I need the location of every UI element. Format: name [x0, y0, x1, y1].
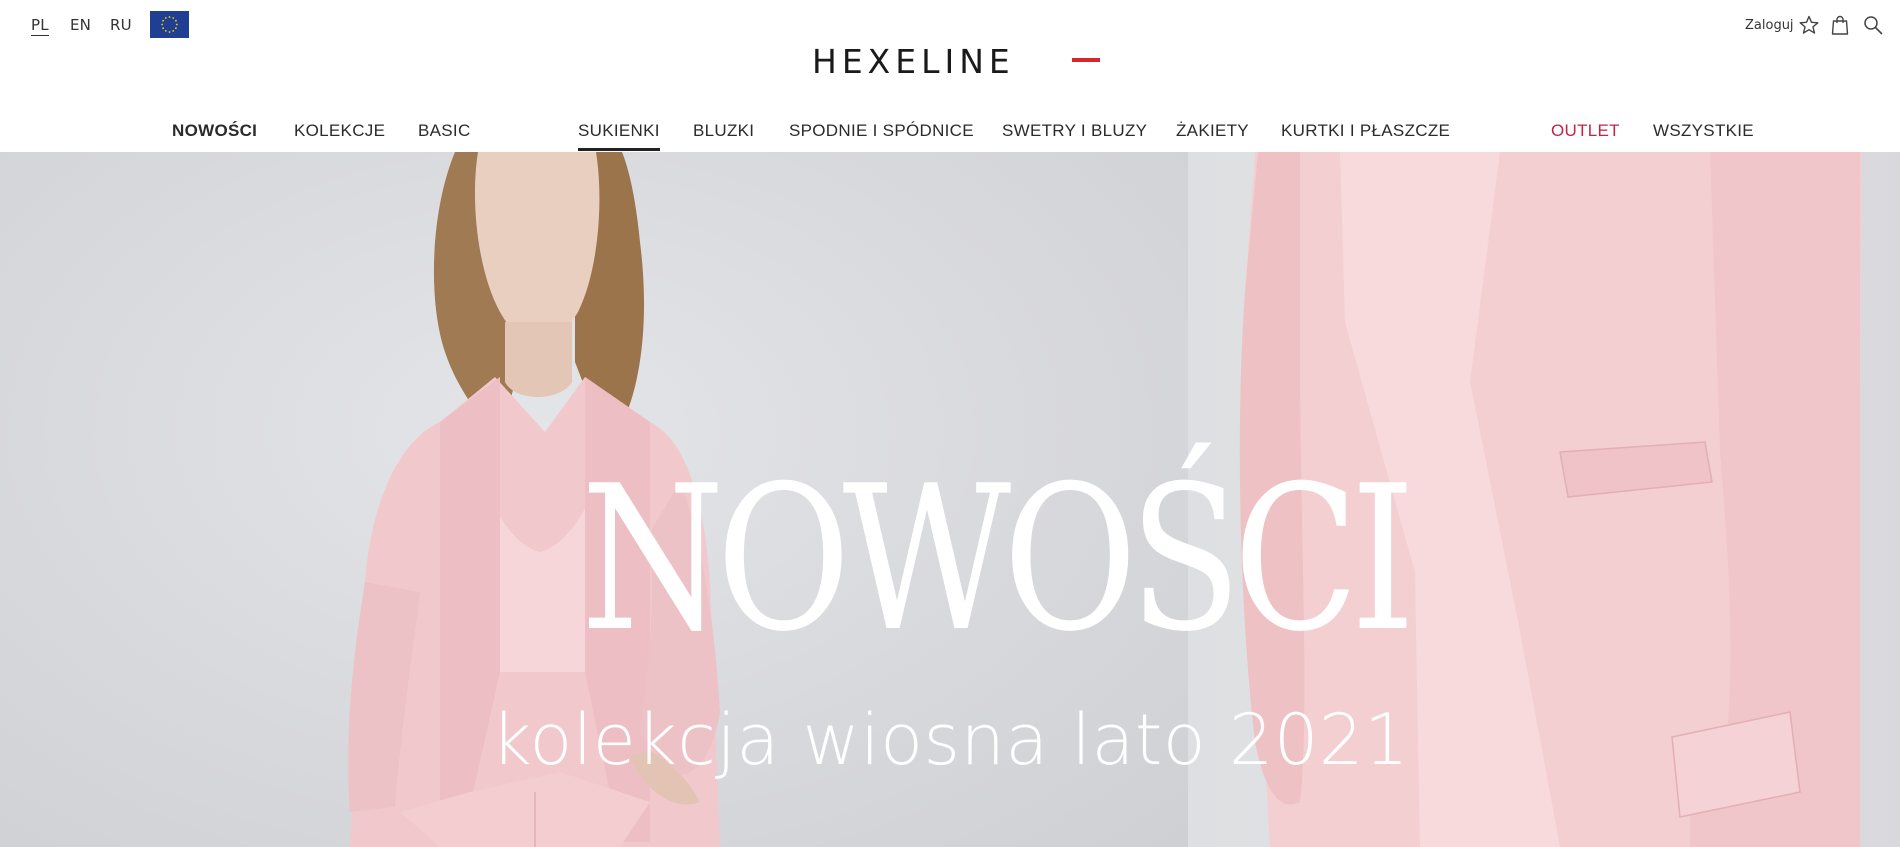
hero-title: NOWOŚCI: [581, 443, 1415, 676]
nav-item-bluzki[interactable]: BLUZKI: [693, 120, 754, 142]
language-en[interactable]: EN: [70, 16, 91, 34]
nav-item-kolekcje[interactable]: KOLEKCJE: [294, 120, 385, 142]
nav-item-outlet[interactable]: OUTLET: [1551, 120, 1620, 142]
language-pl[interactable]: PL: [31, 16, 49, 36]
eu-flag-icon: [150, 11, 189, 38]
language-ru[interactable]: RU: [110, 16, 132, 34]
login-link[interactable]: Zaloguj: [1745, 18, 1794, 33]
hero-subtitle: kolekcja wiosna lato 2021: [490, 699, 1410, 781]
shopping-bag-icon[interactable]: [1829, 14, 1851, 36]
brand-logo-text: HEXELINE: [812, 42, 1015, 81]
nav-item-basic[interactable]: BASIC: [418, 120, 471, 142]
search-icon[interactable]: [1862, 14, 1884, 36]
main-navigation: NOWOŚCI KOLEKCJE BASIC SUKIENKI BLUZKI S…: [0, 120, 1900, 152]
logo-accent-mark: [1072, 58, 1100, 62]
nav-item-swetry-i-bluzy[interactable]: SWETRY I BLUZY: [1002, 120, 1147, 142]
nav-item-sukienki[interactable]: SUKIENKI: [578, 120, 660, 151]
nav-item-zakiety[interactable]: ŻAKIETY: [1176, 120, 1249, 142]
site-header: PL EN RU HEXELINE Zaloguj NOWOŚCI KOLEKC…: [0, 0, 1900, 152]
nav-item-wszystkie[interactable]: WSZYSTKIE: [1653, 120, 1754, 142]
nav-item-kurtki-i-plaszcze[interactable]: KURTKI I PŁASZCZE: [1281, 120, 1450, 142]
nav-item-spodnie-i-spodnice[interactable]: SPODNIE I SPÓDNICE: [789, 120, 974, 142]
brand-logo[interactable]: HEXELINE: [812, 42, 1107, 81]
hero-banner[interactable]: NOWOŚCI kolekcja wiosna lato 2021: [0, 152, 1900, 847]
nav-item-nowosci[interactable]: NOWOŚCI: [172, 120, 257, 142]
star-icon[interactable]: [1798, 14, 1820, 36]
